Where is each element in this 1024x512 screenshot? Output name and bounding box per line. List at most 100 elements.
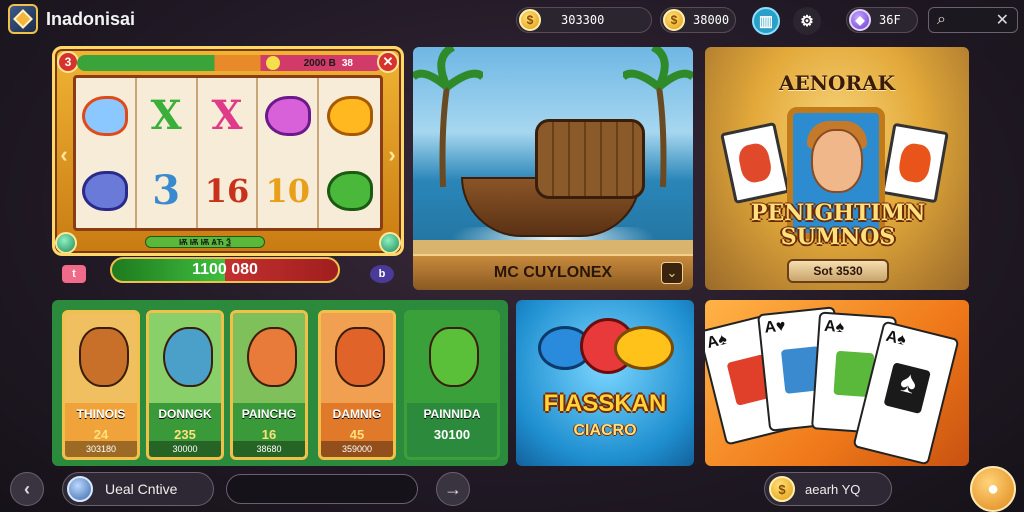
chevron-down-icon[interactable]: ⌄: [661, 262, 683, 284]
gem-icon: [13, 9, 33, 29]
game-tile[interactable]: DAMNIG 45 359000: [318, 310, 396, 460]
search-input[interactable]: ⌕ ✕: [928, 7, 1018, 33]
chevron-left-icon[interactable]: ‹: [55, 141, 73, 169]
fish-game-card[interactable]: FIASSKAN CIACRO: [516, 300, 694, 466]
reel-grid: X X 3 16 10: [73, 75, 383, 231]
hero-play-button[interactable]: Sot 3530: [787, 259, 889, 283]
game-tile[interactable]: DONNGK 235 30000: [146, 310, 224, 460]
chat-input[interactable]: [226, 474, 418, 504]
top-bar: Inadonisai $ 303300 $ 38000 ▥ ⚙ ◆ 36F ⌕ …: [0, 0, 1024, 40]
tile-value: 16: [261, 427, 277, 442]
tile-value: 24: [93, 427, 109, 442]
coin-reward[interactable]: $ aearh YQ: [764, 472, 892, 506]
reel-symbol: [319, 78, 380, 153]
user-profile[interactable]: Ueal Cntive: [62, 472, 214, 506]
reel-symbol: X: [198, 78, 259, 153]
diamond-icon: ◆: [849, 9, 871, 31]
hero-game-card[interactable]: AENORAK PENIGHTIMN SUMNOS Sot 3530: [705, 47, 969, 290]
pirate-game-card[interactable]: MC CUYLONEX ⌄: [413, 47, 693, 290]
tile-value: 235: [174, 427, 196, 442]
coin-reward-label: aearh YQ: [805, 481, 861, 497]
user-label: Ueal Cntive: [105, 481, 178, 497]
barrel-icon: [535, 119, 645, 199]
reel-symbol: 10: [258, 153, 320, 228]
hero-game-subtitle: AENORAK: [779, 71, 895, 95]
gem-icon: [55, 232, 77, 253]
fish-icon: [614, 326, 674, 370]
spin-balance-bar[interactable]: 1100 080: [110, 257, 340, 283]
reel-symbol: [76, 153, 137, 228]
game-tile[interactable]: THINOIS 24 303180: [62, 310, 140, 460]
gems-balance[interactable]: ◆ 36F: [846, 7, 918, 33]
arrow-right-icon[interactable]: →: [436, 472, 470, 506]
tile-count: 303180: [65, 441, 137, 457]
fish-icon: [247, 327, 297, 387]
coin-icon: $: [663, 9, 685, 31]
tile-value: 30100: [433, 427, 471, 442]
tile-name: DONNGK: [158, 407, 212, 421]
app-logo[interactable]: [8, 4, 38, 34]
jackpot-text: 2000 B: [303, 57, 336, 69]
gem-icon: [379, 232, 401, 253]
tile-count: 38680: [233, 441, 305, 457]
card-game-card[interactable]: A♠ A♥ A♠ A♠ ♠: [705, 300, 969, 466]
coin-icon: [265, 56, 280, 70]
tile-count: 359000: [321, 441, 393, 457]
palm-tree-icon: [413, 47, 483, 187]
reel-symbol: [319, 153, 380, 228]
slot-machine[interactable]: 3 2000 B 38 ✕ ‹ › X X 3 16 10 Ѭ Ѭ Ѭ ѦЋ Ѯ: [52, 46, 404, 256]
fox-icon: [335, 327, 385, 387]
hero-game-title: PENIGHTIMN SUMNOS: [750, 200, 926, 250]
coin-icon: $: [519, 9, 541, 31]
frog-icon: [326, 170, 373, 211]
gems-balance-value: 36F: [879, 13, 901, 27]
avatar: [811, 129, 863, 193]
reel-symbol: X: [137, 78, 198, 153]
fish-icon: [326, 95, 373, 136]
fish-game-title: FIASSKAN: [543, 390, 667, 417]
coin-balance-value: 303300: [561, 13, 605, 27]
otter-icon: [79, 327, 129, 387]
fish-icon: [82, 170, 129, 211]
search-icon: ⌕: [937, 11, 946, 28]
coin-icon: $: [769, 476, 795, 502]
reel-symbol: [76, 78, 137, 153]
jackpot-bar: 2000 B 38: [77, 55, 383, 71]
tile-count: 30000: [149, 441, 221, 457]
game-tile[interactable]: PAINNIDA 30100: [404, 310, 500, 460]
fish-icon: [264, 95, 311, 136]
tile-name: THINOIS: [76, 407, 126, 421]
card-icon: [881, 122, 949, 204]
fish-icon: [82, 95, 129, 136]
reel-symbol: 3: [137, 153, 198, 228]
level-badge: 3: [57, 51, 79, 73]
reel-symbol: 16: [198, 153, 259, 228]
fish-game-subtitle: CIACRO: [573, 422, 637, 439]
jackpot-symbol: 38: [341, 57, 353, 69]
fish-icon: [163, 327, 213, 387]
close-icon[interactable]: ✕: [377, 51, 399, 73]
tile-name: DAMNIG: [332, 407, 382, 421]
app-title: Inadonisai: [46, 9, 136, 29]
game-tile[interactable]: PAINCHG 16 38680: [230, 310, 308, 460]
close-icon[interactable]: ✕: [996, 10, 1009, 30]
coin-balance[interactable]: $ 303300: [516, 7, 652, 33]
gear-icon[interactable]: ⚙: [793, 7, 821, 35]
game-tile-strip: THINOIS 24 303180 DONNGK 235 30000 PAINC…: [52, 300, 508, 466]
chevron-left-icon[interactable]: ‹: [10, 472, 44, 506]
bonus-balance[interactable]: $ 38000: [660, 7, 736, 33]
left-tag[interactable]: t: [62, 265, 86, 283]
tile-name: PAINNIDA: [423, 407, 481, 421]
tile-value: 45: [349, 427, 365, 442]
frog-icon: [429, 327, 479, 387]
reel-symbol: [258, 78, 320, 153]
treasure-icon[interactable]: ▥: [752, 7, 780, 35]
payline-label: Ѭ Ѭ Ѭ ѦЋ Ѯ: [145, 236, 265, 248]
right-tag[interactable]: b: [370, 265, 394, 283]
bag-icon[interactable]: ●: [970, 466, 1016, 512]
avatar: [67, 476, 93, 502]
bonus-balance-value: 38000: [693, 13, 730, 27]
chevron-right-icon[interactable]: ›: [383, 141, 401, 169]
card-icon: [720, 121, 790, 205]
pirate-game-title: MC CUYLONEX: [413, 254, 693, 290]
